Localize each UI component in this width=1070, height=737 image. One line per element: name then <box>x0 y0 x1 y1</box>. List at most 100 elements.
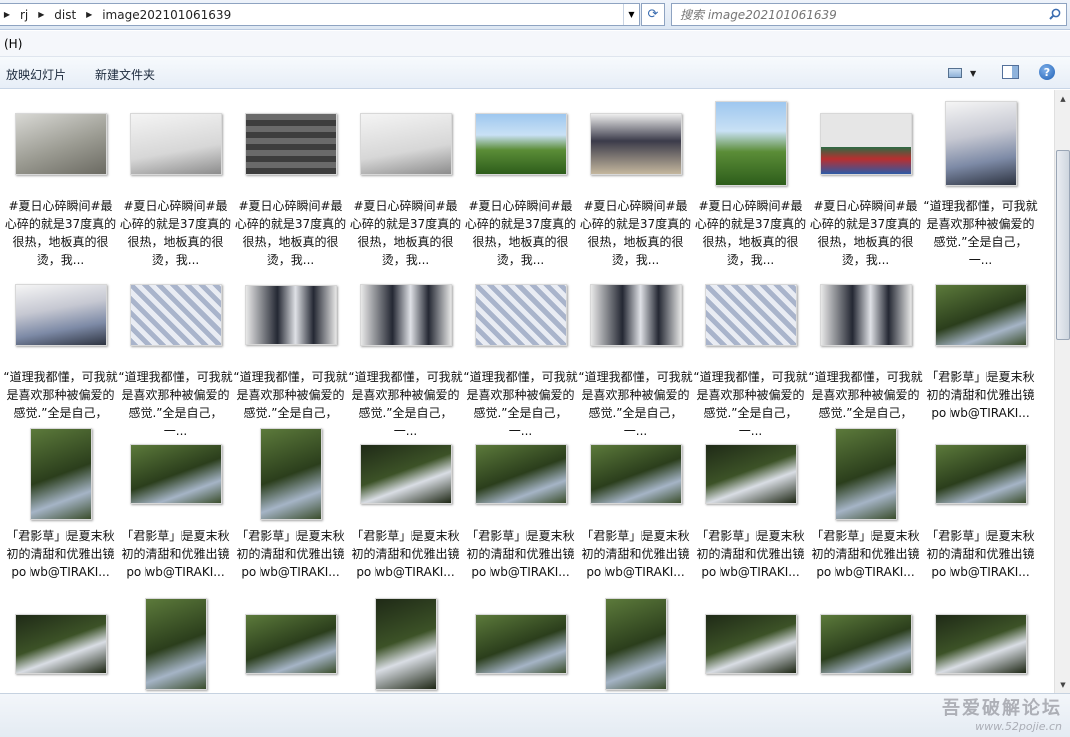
image-thumbnail[interactable] <box>819 112 912 175</box>
file-name-label: “道理我都懂，可我就是喜欢那种被偏爱的感觉.”全是自己，一... <box>923 199 1038 267</box>
file-name-label: #夏日心碎瞬间#最心碎的就是37度真的很热，地板真的很烫，我... <box>234 199 347 267</box>
help-icon[interactable]: ? <box>1039 64 1055 80</box>
image-thumbnail[interactable] <box>834 427 897 520</box>
address-bar-region: ▶ rj ▶ dist ▶ image202101061639 ▼ ⟳ <box>0 0 1070 30</box>
breadcrumb-dist[interactable]: dist <box>48 8 82 22</box>
image-thumbnail[interactable] <box>359 443 452 504</box>
image-thumbnail[interactable] <box>944 101 1017 186</box>
image-thumbnail[interactable] <box>704 443 797 504</box>
thumbnail-frame <box>923 96 1038 191</box>
thumbnail-frame <box>693 267 808 362</box>
thumbnail-frame <box>578 96 693 191</box>
search-icon[interactable] <box>1049 8 1061 20</box>
preview-pane-icon[interactable] <box>1002 65 1019 79</box>
breadcrumb-rj[interactable]: rj <box>14 8 34 22</box>
image-thumbnail[interactable] <box>129 443 222 504</box>
thumbnail-frame <box>118 596 233 691</box>
file-name-label: 「君影草」𝄀是夏末秋初的清甜和优雅出镜 po 𝄀wb@TIRAKI... <box>696 529 805 579</box>
image-thumbnail[interactable] <box>474 112 567 175</box>
thumbnail-frame <box>808 267 923 362</box>
image-thumbnail[interactable] <box>704 283 797 346</box>
thumbnail-frame <box>463 96 578 191</box>
file-name-label: 「君影草」𝄀是夏末秋初的清甜和优雅出镜 po 𝄀wb@TIRAKI... <box>926 529 1035 579</box>
image-thumbnail[interactable] <box>359 283 452 346</box>
thumbnail-frame <box>118 426 233 521</box>
thumbnail-frame <box>233 596 348 691</box>
image-thumbnail[interactable] <box>244 613 337 674</box>
image-thumbnail[interactable] <box>474 443 567 504</box>
image-thumbnail[interactable] <box>474 283 567 346</box>
file-name-label: #夏日心碎瞬间#最心碎的就是37度真的很热，地板真的很烫，我... <box>809 199 922 267</box>
image-thumbnail[interactable] <box>129 283 222 346</box>
change-view-button[interactable]: ▼ <box>948 65 984 81</box>
watermark-url: www.52pojie.cn <box>975 720 1062 733</box>
image-thumbnail[interactable] <box>259 427 322 520</box>
file-name-label: 「君影草」𝄀是夏末秋初的清甜和优雅出镜 po 𝄀wb@TIRAKI... <box>811 529 920 579</box>
thumbnail-frame <box>923 267 1038 362</box>
address-history-dropdown[interactable]: ▼ <box>623 4 639 25</box>
thumbnail-frame <box>693 426 808 521</box>
file-name-label: 「君影草」𝄀是夏末秋初的清甜和优雅出镜 po 𝄀wb@TIRAKI... <box>466 529 575 579</box>
image-thumbnail[interactable] <box>704 613 797 674</box>
image-thumbnail[interactable] <box>934 283 1027 346</box>
thumbnail-frame <box>118 267 233 362</box>
thumbnail-frame <box>233 96 348 191</box>
image-thumbnail[interactable] <box>144 597 207 690</box>
thumbnail-frame <box>3 596 118 691</box>
slideshow-button[interactable]: 放映幻灯片 <box>6 66 66 83</box>
chevron-down-icon: ▼ <box>970 68 977 78</box>
image-thumbnail[interactable] <box>14 613 107 674</box>
scroll-up-arrow-icon[interactable]: ▲ <box>1055 90 1070 107</box>
image-thumbnail[interactable] <box>934 613 1027 674</box>
thumbnail-frame <box>463 426 578 521</box>
thumbnail-frame <box>923 426 1038 521</box>
image-thumbnail[interactable] <box>934 443 1027 504</box>
menu-bar: (H) <box>0 31 1070 57</box>
image-thumbnail[interactable] <box>714 101 787 186</box>
chevron-right-icon[interactable]: ▶ <box>34 10 48 19</box>
image-thumbnail[interactable] <box>14 112 107 175</box>
image-thumbnail[interactable] <box>359 112 452 175</box>
image-thumbnail[interactable] <box>129 112 222 175</box>
chevron-right-icon[interactable]: ▶ <box>0 10 14 19</box>
search-input[interactable] <box>680 7 1030 22</box>
vertical-scrollbar[interactable]: ▲ ▼ <box>1054 90 1070 693</box>
command-toolbar: 放映幻灯片 新建文件夹 ▼ <box>0 57 1070 89</box>
watermark: 吾爱破解论坛 www.52pojie.cn <box>942 694 1062 733</box>
new-folder-button[interactable]: 新建文件夹 <box>95 66 155 83</box>
image-thumbnail[interactable] <box>14 283 107 346</box>
file-name-label: 「君影草」𝄀是夏末秋初的清甜和优雅出镜 po 𝄀wb@TIRAKI... <box>581 529 690 579</box>
views-icon <box>948 68 962 78</box>
image-thumbnail[interactable] <box>589 443 682 504</box>
thumbnail-frame <box>463 267 578 362</box>
image-thumbnail[interactable] <box>374 597 437 690</box>
image-thumbnail[interactable] <box>29 427 92 520</box>
image-thumbnail[interactable] <box>244 284 337 345</box>
file-grid[interactable]: #夏日心碎瞬间#最心碎的就是37度真的很热，地板真的很烫，我... #夏日心碎瞬间… <box>0 90 1054 693</box>
image-thumbnail[interactable] <box>604 597 667 690</box>
image-thumbnail[interactable] <box>589 283 682 346</box>
thumbnail-frame <box>808 426 923 521</box>
image-thumbnail[interactable] <box>474 613 567 674</box>
refresh-icon[interactable]: ⟳ <box>641 3 665 26</box>
file-name-label: #夏日心碎瞬间#最心碎的就是37度真的很热，地板真的很烫，我... <box>4 199 117 267</box>
address-bar[interactable]: ▶ rj ▶ dist ▶ image202101061639 ▼ <box>0 3 640 26</box>
image-thumbnail[interactable] <box>244 112 337 175</box>
breadcrumb-current-folder[interactable]: image202101061639 <box>96 8 237 22</box>
search-box[interactable] <box>671 3 1067 26</box>
scrollbar-thumb[interactable] <box>1056 150 1070 340</box>
thumbnail-frame <box>693 96 808 191</box>
image-thumbnail[interactable] <box>819 283 912 346</box>
thumbnail-frame <box>233 426 348 521</box>
file-name-label: #夏日心碎瞬间#最心碎的就是37度真的很热，地板真的很烫，我... <box>119 199 232 267</box>
thumbnail-frame <box>578 596 693 691</box>
watermark-title: 吾爱破解论坛 <box>942 698 1062 719</box>
image-thumbnail[interactable] <box>819 613 912 674</box>
image-thumbnail[interactable] <box>589 112 682 175</box>
thumbnail-frame <box>463 596 578 691</box>
menu-help[interactable]: (H) <box>4 37 22 51</box>
scroll-down-arrow-icon[interactable]: ▼ <box>1055 676 1070 693</box>
thumbnail-frame <box>348 96 463 191</box>
file-name-label: 「君影草」𝄀是夏末秋初的清甜和优雅出镜 po 𝄀wb@TIRAKI... <box>351 529 460 579</box>
chevron-right-icon[interactable]: ▶ <box>82 10 96 19</box>
